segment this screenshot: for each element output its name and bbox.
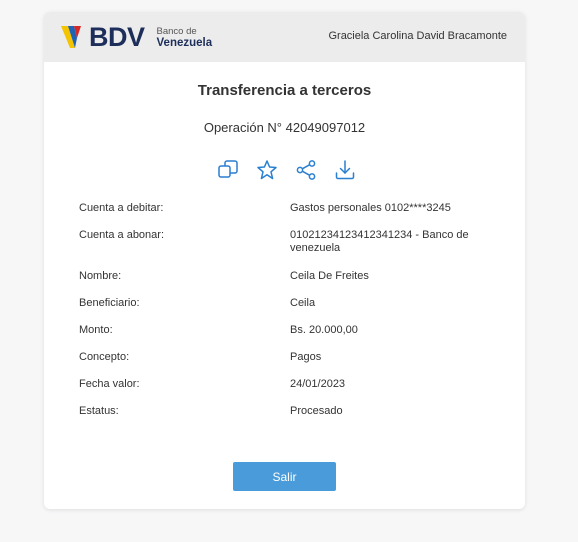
- transfer-receipt-card: BDV Banco de Venezuela Graciela Carolina…: [44, 12, 525, 509]
- detail-label: Beneficiario:: [79, 297, 140, 309]
- detail-value: Gastos personales 0102****3245: [290, 202, 451, 214]
- detail-value: Pagos: [290, 351, 322, 363]
- detail-value: Procesado: [290, 405, 343, 417]
- user-name: Graciela Carolina David Bracamonte: [328, 30, 507, 42]
- detail-row-beneficiary: Beneficiario: Ceila: [79, 297, 490, 310]
- detail-row-status: Estatus: Procesado: [79, 405, 490, 418]
- detail-label: Fecha valor:: [79, 378, 140, 390]
- exit-button[interactable]: Salir: [233, 462, 336, 491]
- detail-label: Monto:: [79, 324, 113, 336]
- copy-icon[interactable]: [216, 158, 240, 182]
- detail-label: Nombre:: [79, 270, 122, 282]
- detail-row-value-date: Fecha valor: 24/01/2023: [79, 378, 490, 391]
- detail-row-name: Nombre: Ceila De Freites: [79, 270, 490, 283]
- operation-number: Operación N° 42049097012: [203, 120, 366, 135]
- share-icon[interactable]: [294, 158, 318, 182]
- logo-text: BDV: [89, 22, 145, 52]
- detail-label: Cuenta a debitar:: [79, 202, 164, 214]
- bdv-logo-icon: [61, 26, 81, 48]
- star-icon[interactable]: [255, 158, 279, 182]
- detail-label: Cuenta a abonar:: [79, 229, 165, 241]
- detail-value: 01021234123412341234 - Banco de venezuel…: [290, 229, 469, 254]
- detail-value: 24/01/2023: [290, 378, 346, 390]
- logo-subtitle-line1: Banco de: [156, 25, 197, 37]
- detail-label: Estatus:: [79, 405, 119, 417]
- bdv-logo: BDV Banco de Venezuela: [61, 22, 213, 52]
- header: BDV Banco de Venezuela Graciela Carolina…: [44, 12, 525, 62]
- logo-subtitle: Banco de Venezuela: [156, 25, 213, 49]
- detail-value: Ceila De Freites: [290, 270, 369, 282]
- detail-row-credit-account: Cuenta a abonar: 01021234123412341234 - …: [79, 229, 490, 255]
- detail-row-amount: Monto: Bs. 20.000,00: [79, 324, 490, 337]
- detail-row-debit-account: Cuenta a debitar: Gastos personales 0102…: [79, 202, 490, 215]
- page-title: Transferencia a terceros: [197, 82, 372, 99]
- detail-label: Concepto:: [79, 351, 130, 363]
- detail-value: Ceila: [290, 297, 316, 309]
- detail-value: Bs. 20.000,00: [290, 324, 358, 336]
- download-icon[interactable]: [333, 158, 357, 182]
- detail-row-concept: Concepto: Pagos: [79, 351, 490, 364]
- action-icons: [47, 158, 525, 182]
- logo-subtitle-line2: Venezuela: [156, 36, 213, 49]
